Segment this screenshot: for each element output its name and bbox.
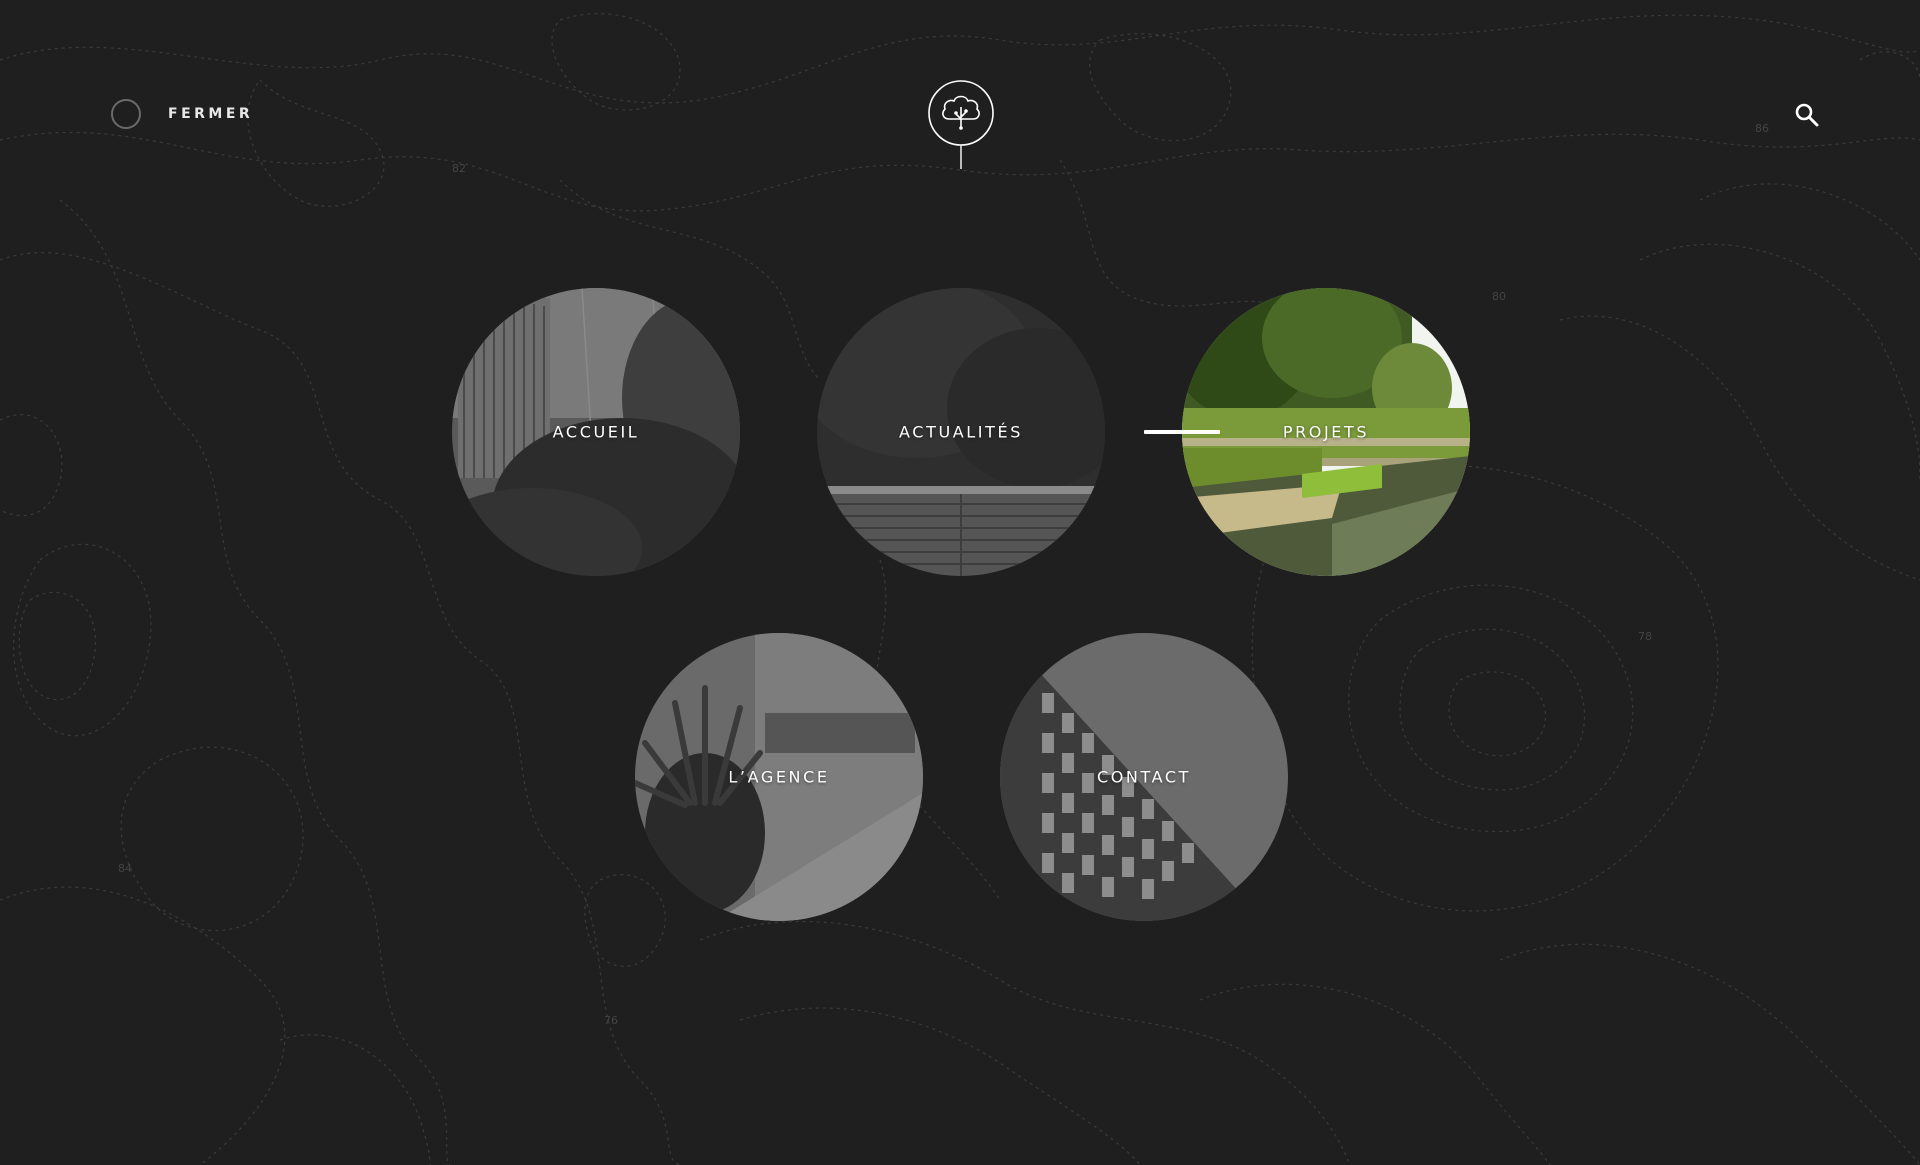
navigation-overlay: 82 80 78 84 76 86 FERMER ACCUEIL ACTUALI…	[0, 0, 1920, 1165]
menu-label-actualites: ACTUALITÉS	[899, 422, 1023, 442]
menu-label-accueil: ACCUEIL	[552, 422, 640, 442]
search-icon[interactable]	[1794, 102, 1820, 128]
tree-cloud-icon[interactable]	[927, 79, 995, 171]
menu-item-projets[interactable]: PROJETS	[1182, 288, 1470, 576]
menu-item-actualites[interactable]: ACTUALITÉS	[817, 288, 1105, 576]
topographic-background: 82 80 78 84 76 86	[0, 13, 1920, 1165]
menu-label-projets: PROJETS	[1282, 422, 1370, 442]
active-indicator-line	[1144, 430, 1220, 434]
close-menu-label: FERMER	[168, 106, 254, 122]
menu-item-accueil[interactable]: ACCUEIL	[452, 288, 740, 576]
menu-label-contact: CONTACT	[1096, 767, 1192, 787]
svg-text:80: 80	[1492, 290, 1506, 303]
close-circle-icon	[111, 99, 141, 129]
close-menu-button[interactable]: FERMER	[111, 99, 253, 129]
svg-text:76: 76	[604, 1014, 618, 1027]
menu-item-contact[interactable]: CONTACT	[1000, 633, 1288, 921]
menu-label-agence: L’AGENCE	[728, 767, 830, 787]
svg-text:86: 86	[1755, 122, 1769, 135]
svg-text:82: 82	[452, 162, 466, 175]
svg-text:84: 84	[118, 862, 132, 875]
svg-text:78: 78	[1638, 630, 1652, 643]
menu-item-agence[interactable]: L’AGENCE	[635, 633, 923, 921]
